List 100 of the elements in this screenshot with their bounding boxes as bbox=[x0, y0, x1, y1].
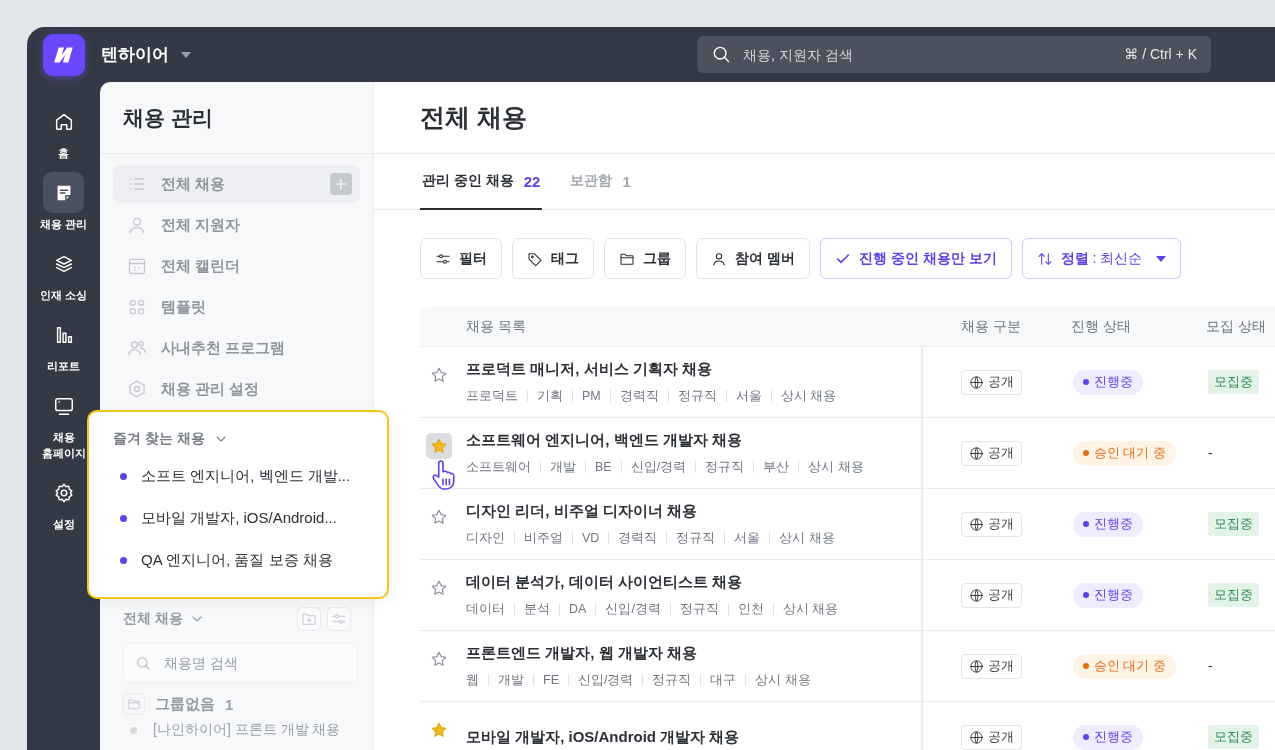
job-tag: 분석 bbox=[524, 600, 550, 618]
globe-icon bbox=[969, 516, 984, 532]
filter-button[interactable] bbox=[327, 607, 351, 631]
group-label: 그룹없음 bbox=[155, 694, 215, 714]
job-tag: 대구 bbox=[710, 671, 737, 689]
sliders-icon bbox=[331, 611, 347, 627]
toolbar-button[interactable]: 필터 bbox=[420, 238, 502, 279]
sidebar-item-label: 채용 관리 설정 bbox=[161, 379, 260, 399]
nav-item[interactable]: 채용 관리 bbox=[27, 172, 100, 232]
job-tag: BE bbox=[595, 460, 612, 474]
bullet-icon bbox=[130, 726, 137, 734]
folder-plus-icon bbox=[301, 611, 317, 627]
page-title: 전체 채용 bbox=[420, 102, 527, 133]
star-toggle[interactable] bbox=[426, 433, 452, 459]
search-field[interactable]: 채용명 검색 bbox=[123, 643, 358, 683]
job-tag: 상시 채용 bbox=[808, 458, 864, 476]
job-tag: 기획 bbox=[537, 387, 563, 405]
visibility-badge: 공개 bbox=[961, 440, 1022, 466]
favorite-job-link[interactable]: QA 엔지니어, 품질 보증 채용 bbox=[141, 551, 333, 570]
hexagon-icon bbox=[127, 379, 147, 399]
people-icon bbox=[127, 338, 147, 358]
toolbar-button[interactable]: 태그 bbox=[512, 238, 594, 279]
visibility-badge: 공개 bbox=[961, 653, 1022, 679]
sidebar-item-label: 전체 채용 bbox=[161, 174, 226, 194]
add-button[interactable] bbox=[330, 173, 352, 195]
job-tag: DA bbox=[569, 602, 587, 616]
nav-item[interactable]: 홈 bbox=[27, 101, 100, 161]
job-tag: 부산 bbox=[763, 458, 790, 476]
bullet-icon bbox=[120, 515, 127, 522]
job-tag: 정규직 bbox=[679, 600, 719, 618]
app-logo bbox=[43, 33, 85, 76]
globe-icon bbox=[969, 587, 984, 603]
visibility-badge: 공개 bbox=[961, 724, 1022, 750]
nav-item[interactable]: 인재 소싱 bbox=[27, 243, 100, 303]
job-tag: 정규직 bbox=[705, 458, 745, 476]
job-tag: 신입/경력 bbox=[578, 671, 634, 689]
job-tag: VD bbox=[582, 531, 600, 545]
nav-label: 홈 bbox=[57, 146, 70, 161]
section-toggle[interactable]: 즐겨 찾는 채용 bbox=[113, 430, 229, 448]
favorite-job-link[interactable]: 소프트 엔지니어, 벡엔드 개발... bbox=[141, 467, 351, 486]
column-header: 채용 구분 bbox=[960, 317, 1022, 336]
sidebar-item-label: 템플릿 bbox=[161, 297, 206, 317]
job-title-link[interactable]: 소프트웨어 엔지니어, 백엔드 개발자 채용 bbox=[466, 430, 921, 450]
workspace-switcher[interactable]: 텐하이어 bbox=[101, 43, 191, 66]
new-folder-button[interactable] bbox=[297, 607, 321, 631]
job-tag: 개발 bbox=[498, 671, 524, 689]
status-badge: 승인 대기 중 bbox=[1073, 440, 1176, 466]
status-badge: 진행중 bbox=[1073, 724, 1143, 750]
job-tag: 개발 bbox=[550, 458, 576, 476]
globe-icon bbox=[969, 658, 984, 674]
nav-item[interactable]: 설정 bbox=[27, 472, 100, 532]
sort-dropdown[interactable]: 정렬 : 최신순 bbox=[1021, 238, 1182, 279]
nav-label: 설정 bbox=[51, 517, 76, 532]
recruit-badge: 모집중 bbox=[1208, 370, 1259, 394]
plus-icon bbox=[333, 176, 349, 192]
job-tag: 서울 bbox=[734, 529, 761, 547]
job-tag: 상시 채용 bbox=[782, 600, 839, 618]
nav-label: 채용 홈페이지 bbox=[40, 430, 87, 461]
column-header: 채용 목록 bbox=[465, 317, 527, 336]
nav-item[interactable]: 채용 홈페이지 bbox=[27, 385, 100, 461]
column-header: 진행 상태 bbox=[1070, 317, 1132, 336]
star-icon bbox=[430, 721, 448, 739]
job-title-link[interactable]: 프로덕트 매니저, 서비스 기획자 채용 bbox=[466, 359, 921, 379]
toolbar-button[interactable]: 참여 멤버 bbox=[696, 238, 810, 279]
job-tag: 프로덕트 bbox=[466, 387, 518, 405]
tab[interactable]: 관리 중인 채용 22 bbox=[420, 154, 543, 210]
person-icon bbox=[711, 250, 727, 267]
filter-toggle-button[interactable]: 진행 중인 채용만 보기 bbox=[819, 238, 1012, 279]
star-icon bbox=[430, 437, 448, 455]
job-tag: 서울 bbox=[735, 387, 762, 405]
job-tag: 인천 bbox=[737, 600, 764, 618]
star-icon bbox=[430, 579, 448, 597]
search-icon bbox=[135, 655, 151, 671]
job-tag: 정규직 bbox=[676, 529, 716, 547]
nav-label: 채용 관리 bbox=[38, 217, 89, 232]
job-title-link[interactable]: 모바일 개발자, iOS/Android 개발자 채용 bbox=[466, 727, 921, 747]
job-tag: 상시 채용 bbox=[755, 671, 811, 689]
job-title-link[interactable]: 데이터 분석가, 데이터 사이언티스트 채용 bbox=[466, 572, 921, 592]
job-title-link[interactable]: 디자인 리더, 비주얼 디자이너 채용 bbox=[466, 501, 921, 521]
globe-icon bbox=[969, 374, 984, 390]
job-tag: 신입/경력 bbox=[630, 458, 687, 476]
job-tag: 비주얼 bbox=[524, 529, 563, 547]
job-tag: FE bbox=[543, 673, 559, 687]
recruit-badge: 모집중 bbox=[1208, 725, 1259, 749]
globe-icon bbox=[969, 729, 984, 745]
nav-item[interactable]: 리포트 bbox=[27, 314, 100, 374]
table-cell: - bbox=[1208, 658, 1213, 674]
job-title-link[interactable]: 프론트엔드 개발자, 웹 개발자 채용 bbox=[466, 643, 921, 663]
folder-button[interactable] bbox=[123, 693, 145, 715]
sort-icon bbox=[1036, 250, 1053, 267]
sidebar-item-label: 전체 지원자 bbox=[161, 215, 241, 235]
favorite-job-link[interactable]: 모바일 개발자, iOS/Android... bbox=[141, 509, 337, 528]
globe-icon bbox=[969, 445, 984, 461]
folder-icon bbox=[127, 697, 141, 711]
bullet-icon bbox=[120, 557, 127, 564]
sidebar-item-label: 전체 캘린더 bbox=[161, 256, 241, 276]
star-icon bbox=[430, 650, 448, 668]
toolbar-button[interactable]: 그룹 bbox=[604, 238, 686, 279]
sidebar-item-label: 사내추천 프로그램 bbox=[161, 338, 286, 358]
star-icon bbox=[430, 508, 448, 526]
